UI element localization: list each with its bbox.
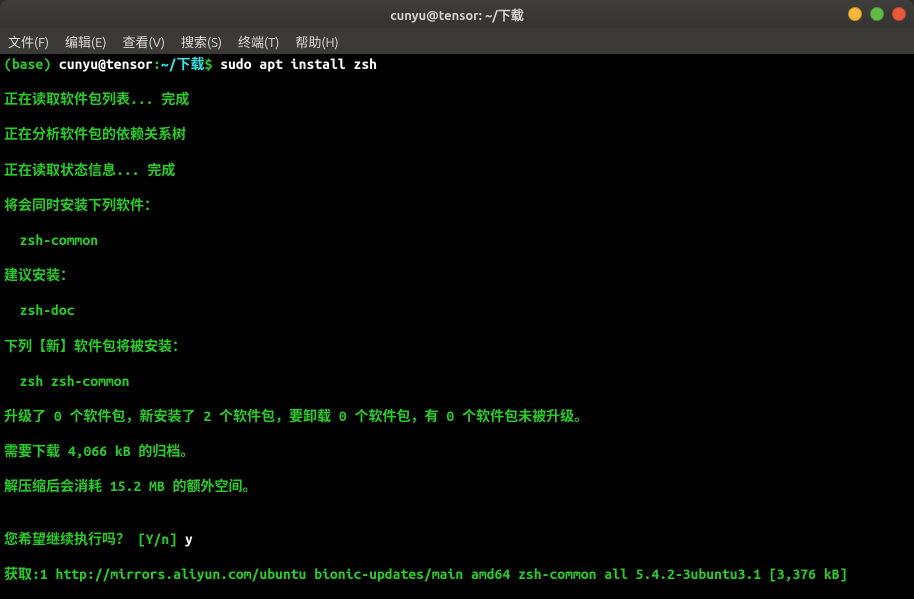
output-line: 升级了 0 个软件包，新安装了 2 个软件包，要卸载 0 个软件包，有 0 个软… <box>4 408 910 426</box>
output-line: 解压缩后会消耗 15.2 MB 的额外空间。 <box>4 478 910 496</box>
prompt-userhost: cunyu@tensor <box>59 56 153 72</box>
output-line: 正在分析软件包的依赖关系树 <box>4 126 910 144</box>
menu-help[interactable]: 帮助(H) <box>295 32 338 51</box>
minimize-button[interactable] <box>848 7 862 21</box>
window-title: cunyu@tensor: ~/下载 <box>390 5 524 24</box>
output-line: 获取:1 http://mirrors.aliyun.com/ubuntu bi… <box>4 566 910 584</box>
output-line: 建议安装： <box>4 267 910 285</box>
terminal-window: cunyu@tensor: ~/下载 文件(F) 编辑(E) 查看(V) 搜索(… <box>0 0 914 599</box>
output-line: 需要下载 4,066 kB 的归档。 <box>4 443 910 461</box>
output-line: 将会同时安装下列软件： <box>4 197 910 215</box>
prompt-env: (base) <box>4 56 51 72</box>
output-line: zsh-common <box>4 232 910 250</box>
command-text: sudo apt install zsh <box>220 56 377 72</box>
prompt-dollar: $ <box>205 56 213 72</box>
prompt-colon: : <box>153 56 161 72</box>
menu-file[interactable]: 文件(F) <box>8 32 49 51</box>
menu-bar: 文件(F) 编辑(E) 查看(V) 搜索(S) 终端(T) 帮助(H) <box>0 28 914 54</box>
close-button[interactable] <box>892 7 906 21</box>
output-line: 正在读取软件包列表... 完成 <box>4 91 910 109</box>
terminal-viewport[interactable]: (base) cunyu@tensor:~/下载$ sudo apt insta… <box>0 54 914 599</box>
menu-search[interactable]: 搜索(S) <box>181 32 222 51</box>
menu-view[interactable]: 查看(V) <box>123 32 165 51</box>
maximize-button[interactable] <box>870 7 884 21</box>
output-line: 您希望继续执行吗？ [Y/n] <box>4 531 177 547</box>
menu-terminal[interactable]: 终端(T) <box>238 32 279 51</box>
output-line: zsh-doc <box>4 302 910 320</box>
output-line: 正在读取状态信息... 完成 <box>4 162 910 180</box>
window-controls <box>848 7 906 21</box>
title-bar: cunyu@tensor: ~/下载 <box>0 0 914 28</box>
output-line: zsh zsh-common <box>4 373 910 391</box>
prompt-path: ~/下载 <box>161 56 205 72</box>
user-input: y <box>185 531 193 547</box>
output-line: 下列【新】软件包将被安装： <box>4 338 910 356</box>
menu-edit[interactable]: 编辑(E) <box>65 32 106 51</box>
